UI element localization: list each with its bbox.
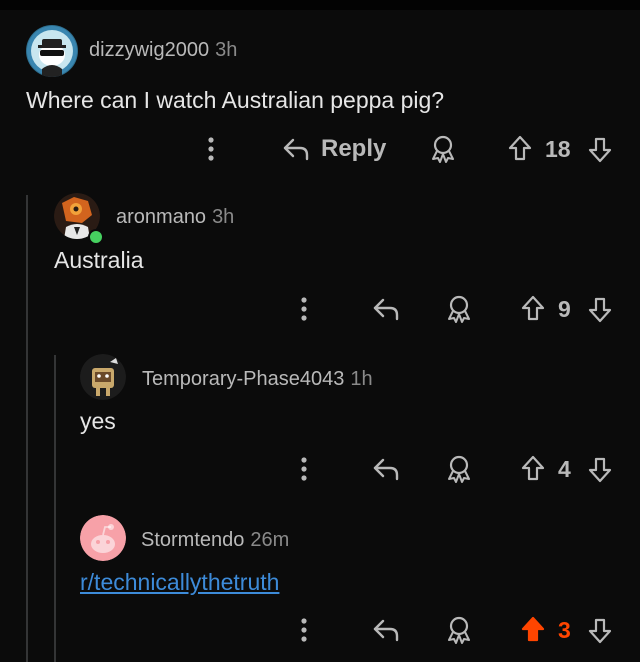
- reply-button[interactable]: Reply: [321, 135, 386, 163]
- reply-arrow-icon[interactable]: [372, 296, 400, 322]
- timestamp: 3h: [215, 39, 238, 61]
- award-icon[interactable]: [445, 454, 473, 484]
- avatar[interactable]: [26, 25, 78, 77]
- username[interactable]: dizzywig2000: [89, 39, 209, 61]
- avatar[interactable]: [80, 354, 126, 400]
- thread-line[interactable]: [54, 355, 56, 662]
- vote-count: 3: [558, 617, 571, 643]
- award-icon[interactable]: [445, 615, 473, 645]
- downvote-arrow-icon[interactable]: [587, 296, 613, 324]
- timestamp: 3h: [212, 206, 235, 228]
- username[interactable]: Temporary-Phase4043: [142, 368, 344, 390]
- thread-line[interactable]: [26, 195, 28, 662]
- timestamp: 1h: [350, 368, 373, 390]
- vote-count: 9: [558, 296, 571, 322]
- more-options-icon[interactable]: [297, 296, 311, 322]
- upvote-arrow-icon[interactable]: [520, 294, 546, 322]
- timestamp: 26m: [250, 529, 290, 551]
- reply-arrow-icon[interactable]: [282, 136, 310, 162]
- upvote-arrow-icon[interactable]: [507, 134, 533, 162]
- comment-body: yes: [80, 408, 116, 434]
- award-icon[interactable]: [429, 134, 457, 164]
- upvote-arrow-icon[interactable]: [520, 615, 546, 643]
- vote-count: 18: [545, 136, 571, 162]
- upvote-arrow-icon[interactable]: [520, 454, 546, 482]
- username[interactable]: Stormtendo: [141, 529, 244, 551]
- downvote-arrow-icon[interactable]: [587, 136, 613, 164]
- subreddit-link[interactable]: r/technicallythetruth: [80, 569, 279, 596]
- award-icon[interactable]: [445, 294, 473, 324]
- avatar[interactable]: [80, 515, 126, 561]
- online-status-dot: [88, 229, 104, 245]
- more-options-icon[interactable]: [204, 136, 218, 162]
- more-options-icon[interactable]: [297, 617, 311, 643]
- comment-body: Australia: [54, 247, 144, 273]
- top-bar: [0, 0, 640, 10]
- reply-arrow-icon[interactable]: [372, 617, 400, 643]
- more-options-icon[interactable]: [297, 456, 311, 482]
- vote-count: 4: [558, 456, 571, 482]
- downvote-arrow-icon[interactable]: [587, 617, 613, 645]
- reply-arrow-icon[interactable]: [372, 456, 400, 482]
- username[interactable]: aronmano: [116, 206, 206, 228]
- comment-body: Where can I watch Australian peppa pig?: [26, 87, 445, 113]
- downvote-arrow-icon[interactable]: [587, 456, 613, 484]
